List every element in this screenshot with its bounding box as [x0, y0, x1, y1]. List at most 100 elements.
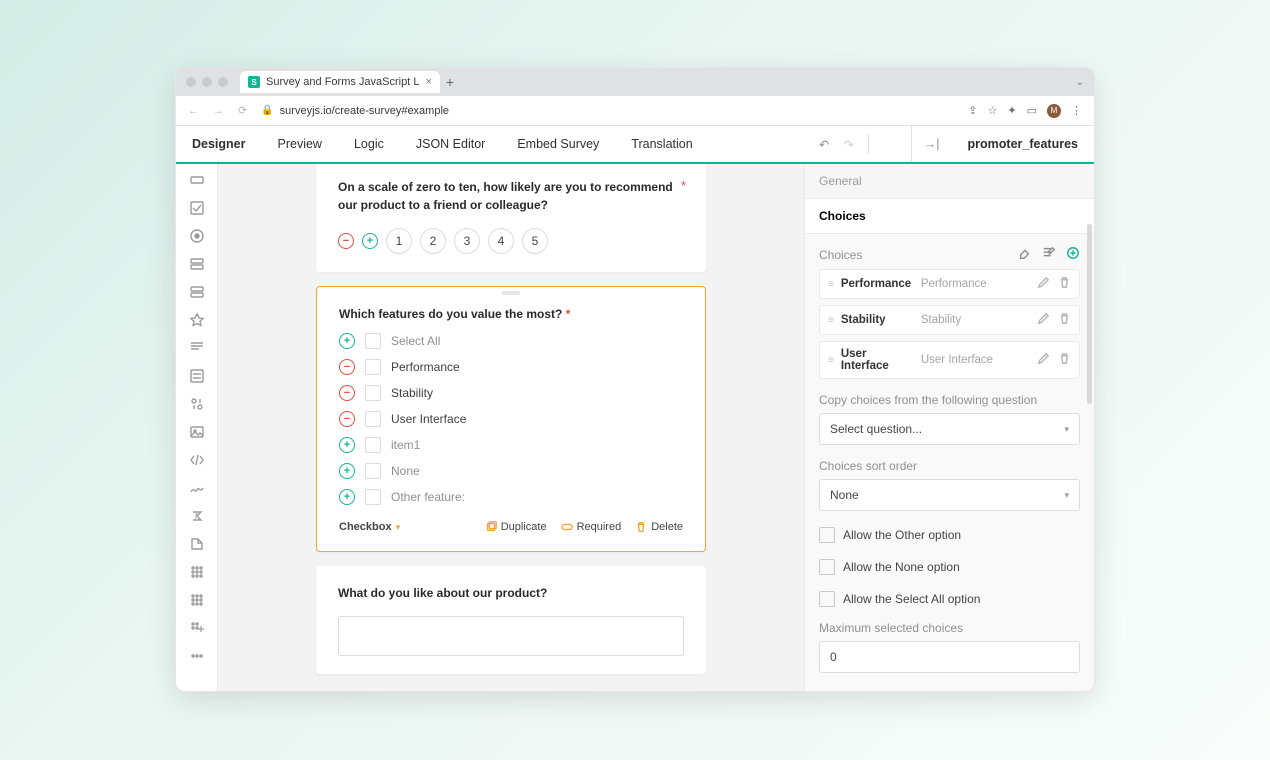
- add-choice-icon[interactable]: +: [339, 463, 355, 479]
- delete-choice-icon[interactable]: [1058, 312, 1071, 328]
- rating-item[interactable]: 3: [454, 228, 480, 254]
- toolbox-more-icon[interactable]: [187, 646, 207, 666]
- url-field[interactable]: 🔒 surveyjs.io/create-survey#example: [261, 105, 954, 117]
- close-tab-icon[interactable]: ×: [425, 76, 431, 88]
- rating-item[interactable]: 2: [420, 228, 446, 254]
- choice-row[interactable]: − Performance: [339, 359, 683, 375]
- edit-choice-icon[interactable]: [1037, 276, 1050, 292]
- textarea-placeholder[interactable]: [338, 616, 684, 656]
- forward-button[interactable]: →: [213, 105, 224, 117]
- choice-label[interactable]: Performance: [391, 360, 460, 374]
- toolbox-checkbox-icon[interactable]: [187, 198, 207, 218]
- duplicate-button[interactable]: Duplicate: [485, 521, 547, 533]
- choice-label[interactable]: item1: [391, 438, 420, 452]
- toolbox-text-icon[interactable]: [187, 170, 207, 190]
- batch-edit-icon[interactable]: [1042, 246, 1056, 263]
- add-choice-icon[interactable]: +: [339, 437, 355, 453]
- close-dot[interactable]: [186, 77, 196, 87]
- choice-value[interactable]: User Interface: [921, 354, 1029, 366]
- copy-choices-select[interactable]: Select question...▾: [819, 413, 1080, 445]
- drag-handle[interactable]: [502, 291, 520, 295]
- question-title[interactable]: On a scale of zero to ten, how likely ar…: [338, 178, 684, 214]
- checkbox[interactable]: [365, 333, 381, 349]
- checkbox[interactable]: [365, 437, 381, 453]
- choice-value[interactable]: Performance: [921, 278, 1029, 290]
- share-icon[interactable]: ⇪: [968, 104, 977, 117]
- choice-row[interactable]: +Select All: [339, 333, 683, 349]
- separate-special-checkbox[interactable]: Separate special choices (None, Other, S…: [819, 689, 1080, 691]
- sort-order-select[interactable]: None▾: [819, 479, 1080, 511]
- question-type-label[interactable]: Checkbox: [339, 521, 392, 533]
- toolbox-matrixdynamic-icon[interactable]: [187, 618, 207, 638]
- panel-icon[interactable]: ▭: [1027, 104, 1037, 117]
- bookmark-icon[interactable]: ☆: [988, 104, 998, 117]
- design-canvas[interactable]: * On a scale of zero to ten, how likely …: [218, 164, 804, 691]
- toolbox-image-icon[interactable]: [187, 422, 207, 442]
- checkbox[interactable]: [365, 359, 381, 375]
- choice-label[interactable]: User Interface: [391, 412, 466, 426]
- toolbox-file-icon[interactable]: [187, 534, 207, 554]
- required-toggle[interactable]: Required: [561, 521, 622, 533]
- toolbox-radiogroup-icon[interactable]: [187, 226, 207, 246]
- delete-choice-icon[interactable]: [1058, 352, 1071, 368]
- edit-choice-icon[interactable]: [1037, 312, 1050, 328]
- drag-handle-icon[interactable]: ≡: [828, 279, 833, 290]
- choice-name[interactable]: User Interface: [841, 348, 913, 372]
- menu-tab-embed-survey[interactable]: Embed Survey: [501, 126, 615, 162]
- minimize-dot[interactable]: [202, 77, 212, 87]
- choice-value[interactable]: Stability: [921, 314, 1029, 326]
- choice-label[interactable]: Select All: [391, 334, 440, 348]
- toolbox-tagbox-icon[interactable]: [187, 282, 207, 302]
- add-choice-icon[interactable]: [1066, 246, 1080, 263]
- toolbox-html-icon[interactable]: [187, 450, 207, 470]
- add-rate-button[interactable]: +: [362, 233, 378, 249]
- toolbox-expression-icon[interactable]: f: [187, 506, 207, 526]
- checkbox[interactable]: [365, 411, 381, 427]
- max-selected-input[interactable]: 0: [819, 641, 1080, 673]
- question-title[interactable]: Which features do you value the most? *: [339, 305, 683, 323]
- choice-label[interactable]: Stability: [391, 386, 433, 400]
- add-choice-icon[interactable]: +: [339, 489, 355, 505]
- maximize-dot[interactable]: [218, 77, 228, 87]
- rating-item[interactable]: 1: [386, 228, 412, 254]
- choice-name[interactable]: Stability: [841, 314, 913, 326]
- accordion-general[interactable]: General: [805, 164, 1094, 199]
- menu-tab-logic[interactable]: Logic: [338, 126, 400, 162]
- accordion-choices[interactable]: Choices: [805, 199, 1094, 234]
- choice-label[interactable]: None: [391, 464, 420, 478]
- menu-tab-designer[interactable]: Designer: [176, 126, 262, 164]
- choice-row[interactable]: + None: [339, 463, 683, 479]
- question-card-rating[interactable]: * On a scale of zero to ten, how likely …: [316, 164, 706, 272]
- rating-item[interactable]: 4: [488, 228, 514, 254]
- toolbox-dropdown-icon[interactable]: [187, 254, 207, 274]
- toolbox-ranking-icon[interactable]: [187, 394, 207, 414]
- reload-button[interactable]: ⟳: [238, 104, 247, 117]
- delete-choice-icon[interactable]: [1058, 276, 1071, 292]
- collapse-panel-icon[interactable]: →|: [912, 126, 952, 162]
- choice-label[interactable]: Other feature:: [391, 490, 465, 504]
- extensions-icon[interactable]: ✦: [1007, 104, 1016, 117]
- tabs-overflow-icon[interactable]: ⌄: [1076, 77, 1084, 88]
- toolbox-signature-icon[interactable]: [187, 478, 207, 498]
- allow-none-checkbox[interactable]: Allow the None option: [819, 559, 1080, 575]
- profile-avatar[interactable]: M: [1047, 104, 1061, 118]
- toolbox-rating-icon[interactable]: [187, 310, 207, 330]
- choice-name[interactable]: Performance: [841, 278, 913, 290]
- redo-icon[interactable]: ↷: [843, 137, 853, 152]
- rating-item[interactable]: 5: [522, 228, 548, 254]
- remove-choice-icon[interactable]: −: [339, 359, 355, 375]
- scrollbar[interactable]: [1087, 224, 1092, 404]
- allow-other-checkbox[interactable]: Allow the Other option: [819, 527, 1080, 543]
- menu-tab-preview[interactable]: Preview: [262, 126, 338, 162]
- checkbox[interactable]: [365, 463, 381, 479]
- chevron-down-icon[interactable]: ▾: [396, 522, 401, 533]
- kebab-menu-icon[interactable]: ⋮: [1071, 104, 1082, 117]
- choice-row[interactable]: + item1: [339, 437, 683, 453]
- allow-selectall-checkbox[interactable]: Allow the Select All option: [819, 591, 1080, 607]
- new-tab-button[interactable]: +: [446, 74, 454, 90]
- remove-choice-icon[interactable]: −: [339, 385, 355, 401]
- edit-choice-icon[interactable]: [1037, 352, 1050, 368]
- browser-tab[interactable]: S Survey and Forms JavaScript L ×: [240, 71, 440, 93]
- choice-row[interactable]: + Other feature:: [339, 489, 683, 505]
- checkbox[interactable]: [365, 489, 381, 505]
